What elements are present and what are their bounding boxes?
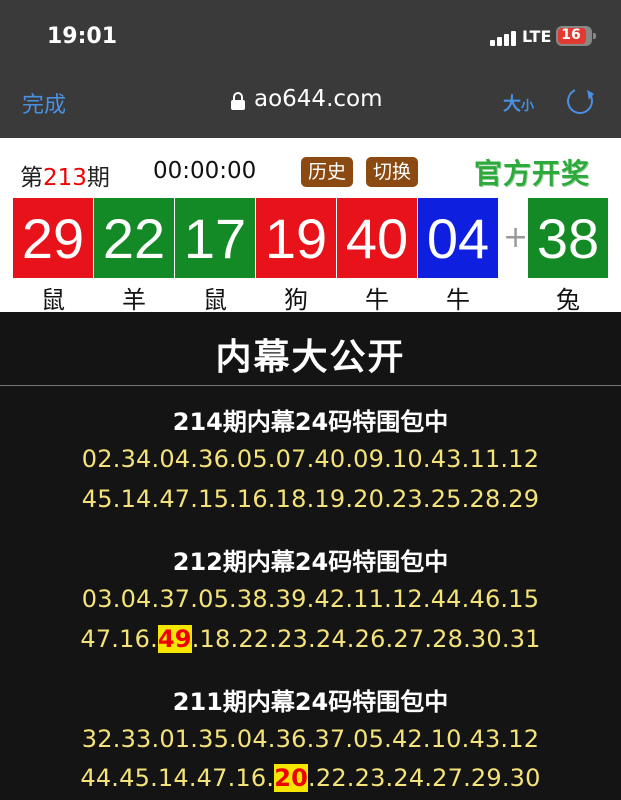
ball-5: 40 [337, 198, 417, 278]
block-title: 214期内幕24码特围包中 [172, 408, 449, 436]
reload-icon[interactable] [563, 84, 597, 118]
zodiac-2: 羊 [122, 286, 146, 314]
plus-sign: + [503, 220, 529, 255]
number-segment: 45.14.47.15.16.18.19.20.23.25.28.29 [81, 485, 540, 513]
reveal-title: 内幕大公开 [215, 337, 406, 378]
block-title: 211期内幕24码特围包中 [172, 688, 449, 716]
zodiac-5: 牛 [365, 286, 389, 314]
draw-balls: 29 22 17 19 40 04 + 38 鼠 羊 鼠 狗 牛 牛 兔 [13, 198, 609, 314]
lock-icon [231, 92, 245, 110]
network-type: LTE [522, 27, 552, 46]
number-segment: 47.16. [80, 625, 158, 653]
text-size-big-label: 大 [503, 94, 521, 115]
number-line: 02.34.04.36.05.07.40.09.10.43.11.12 [81, 445, 540, 473]
ball-3: 17 [175, 198, 255, 278]
special-ball: 38 [528, 198, 608, 278]
hit-number: 20 [274, 764, 309, 792]
number-line: 47.16.49.18.22.23.24.26.27.28.30.31 [0, 625, 621, 653]
issue-prefix: 第 [20, 165, 43, 191]
number-line: 44.45.14.47.16.20.22.23.24.27.29.30 [0, 764, 621, 792]
number-line: 03.04.37.05.38.39.42.11.12.44.46.15 [81, 585, 540, 613]
number-segment: .22.23.24.27.29.30 [308, 764, 541, 792]
divider [0, 385, 621, 386]
ball-6: 04 [418, 198, 498, 278]
switch-button[interactable]: 切换 [366, 157, 419, 187]
issue-suffix: 期 [86, 165, 110, 191]
ball-2: 22 [94, 198, 174, 278]
battery-level: 16 [561, 27, 581, 43]
battery-icon: 16 [556, 26, 596, 46]
zodiac-1: 鼠 [41, 286, 65, 314]
text-size-button[interactable]: 大小 [503, 90, 534, 116]
status-time: 19:01 [47, 24, 118, 49]
address-bar[interactable]: ao644.com [254, 86, 383, 112]
text-size-small-label: 小 [521, 99, 535, 114]
number-segment: .18.22.23.24.26.27.28.30.31 [191, 625, 541, 653]
special-zodiac: 兔 [556, 286, 580, 314]
draw-panel: 第213期 00:00:00 历史 切换 官方开奖 29 22 17 19 40… [0, 138, 621, 314]
browser-toolbar: 完成 ao644.com 大小 [0, 70, 621, 138]
zodiac-3: 鼠 [203, 286, 227, 314]
number-segment: 44.45.14.47.16. [80, 764, 275, 792]
done-button[interactable]: 完成 [22, 87, 66, 119]
signal-icon [490, 30, 516, 46]
zodiac-6: 牛 [446, 286, 470, 314]
block-title: 212期内幕24码特围包中 [172, 548, 449, 576]
hit-number: 49 [157, 625, 192, 653]
ball-4: 19 [256, 198, 336, 278]
official-draw-label: 官方开奖 [474, 157, 591, 190]
issue-number: 213 [43, 165, 87, 191]
reveal-section: 内幕大公开 214期内幕24码特围包中 02.34.04.36.05.07.40… [0, 312, 621, 800]
history-button[interactable]: 历史 [301, 157, 354, 187]
status-bar: 19:01 LTE 16 [0, 0, 621, 70]
countdown-timer: 00:00:00 [153, 158, 257, 184]
zodiac-4: 狗 [284, 286, 308, 314]
number-line: 32.33.01.35.04.36.37.05.42.10.43.12 [81, 725, 540, 753]
ball-1: 29 [13, 198, 93, 278]
issue-label: 第213期 [20, 158, 110, 192]
number-line: 45.14.47.15.16.18.19.20.23.25.28.29 [0, 485, 621, 513]
